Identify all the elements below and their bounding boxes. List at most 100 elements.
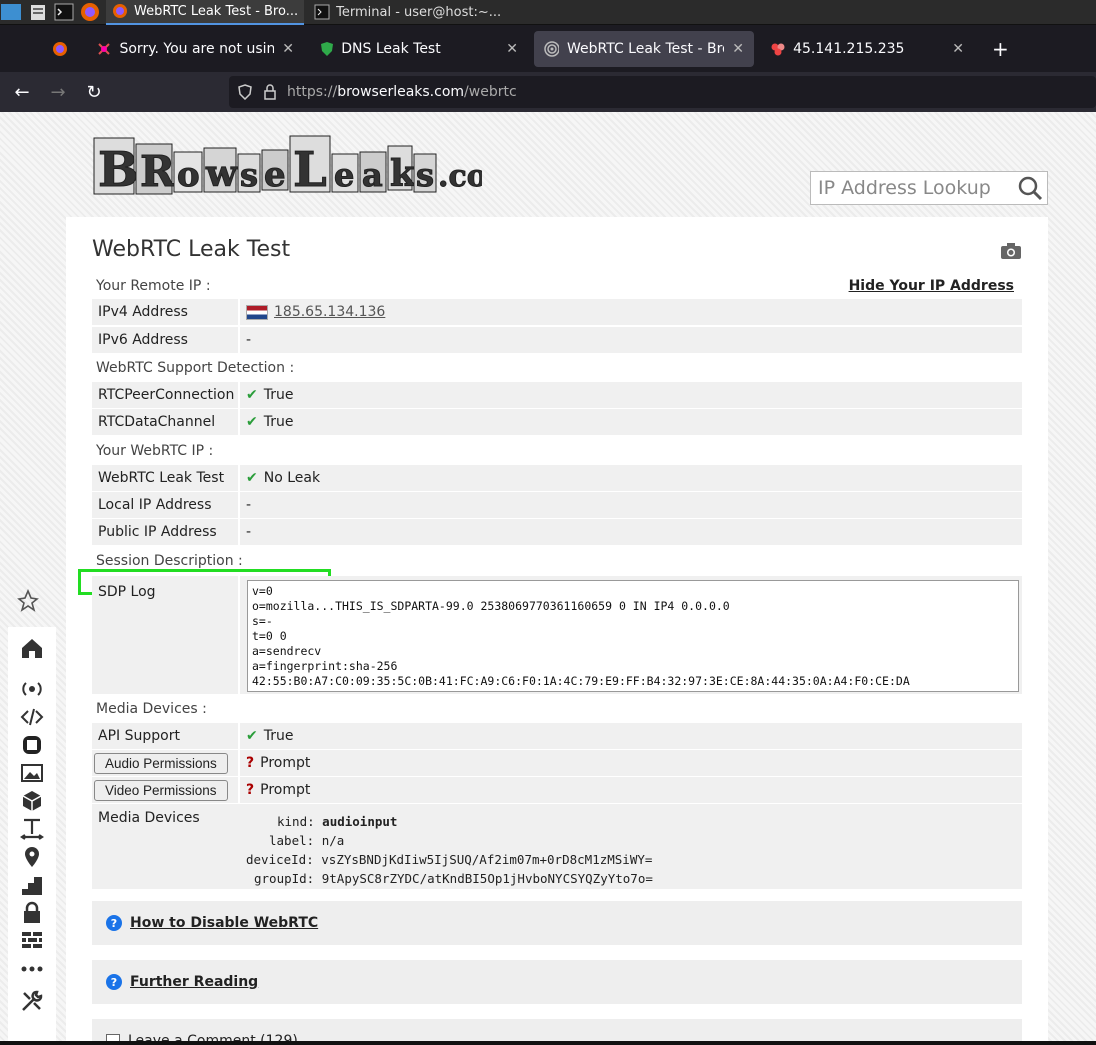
kv-value: n/a [321,833,345,848]
svg-text:a: a [362,156,383,194]
terminal-icon[interactable] [54,2,74,22]
location-icon[interactable] [20,845,44,869]
browser-tab-strip: Sorry. You are not using T ✕ DNS Leak Te… [0,25,1096,72]
svg-text:s: s [240,156,258,194]
url-host: browserleaks.com [337,84,465,100]
tracking-shield-icon[interactable] [237,84,253,100]
bottom-edge [0,1041,1096,1045]
lock-icon[interactable] [263,84,277,100]
tab-title: Sorry. You are not using T [119,40,275,57]
svg-text:B: B [98,142,139,198]
row-label: IPv6 Address [92,327,240,353]
close-icon[interactable]: ✕ [506,41,518,57]
question-icon: ? [246,755,255,771]
tab-title: WebRTC Leak Test - Brow [566,40,724,57]
row-label: API Support [92,723,240,749]
file-manager-icon[interactable] [28,2,48,22]
row-ipv4: IPv4 Address 185.65.134.136 [92,299,1022,325]
web-page: B R o w s e L e a k s .com IP Address Lo… [0,112,1096,1045]
url-scheme: https:// [287,84,338,100]
kv-key: label: [269,833,315,848]
help-icon: ? [106,915,122,931]
kv-key: kind: [277,814,315,829]
stairs-icon[interactable] [20,873,44,897]
url-path: /webrtc [464,84,517,100]
check-icon: ✔ [246,387,258,403]
pin-icon[interactable] [16,589,40,613]
row-value: - [246,524,252,540]
how-to-disable-panel[interactable]: ? How to Disable WebRTC [92,901,1022,945]
tab-dns-leak[interactable]: DNS Leak Test ✕ [310,31,528,67]
code-icon[interactable] [20,705,44,729]
tab-vpn-check[interactable]: Sorry. You are not using T ✕ [86,31,304,67]
app-menu-icon[interactable] [0,2,22,22]
ipv4-link[interactable]: 185.65.134.136 [274,304,385,320]
tab-firefox-view[interactable] [42,31,86,67]
tab-webrtc-leak[interactable]: WebRTC Leak Test - Brow ✕ [534,30,754,67]
vpn-icon [98,42,110,55]
kv-value: audioinput [322,814,398,829]
back-icon[interactable]: ← [4,76,40,108]
further-reading-panel[interactable]: ? Further Reading [92,960,1022,1004]
firewall-icon[interactable] [20,929,44,953]
hide-ip-link[interactable]: Hide Your IP Address [849,278,1014,294]
taskbar-task-firefox[interactable]: WebRTC Leak Test - Bro... [106,0,305,25]
home-icon[interactable] [20,636,44,660]
row-peer-connection: RTCPeerConnection ✔ True [92,382,1022,408]
ip-lookup-placeholder: IP Address Lookup [818,177,991,199]
close-icon[interactable]: ✕ [282,41,294,57]
navigation-toolbar: ← → ↻ https://browserleaks.com/webrtc [0,72,1096,112]
firefox-icon[interactable] [80,2,100,22]
url-bar[interactable]: https://browserleaks.com/webrtc [229,76,1096,108]
canvas-icon[interactable] [20,733,44,757]
status-text: Prompt [260,755,311,771]
tab-ip-address[interactable]: 45.141.215.235 ✕ [760,31,974,67]
font-icon[interactable] [20,817,44,841]
fingerprint-icon [544,40,559,57]
ip-lookup-input[interactable]: IP Address Lookup [810,171,1048,205]
audio-permissions-button[interactable]: Audio Permissions [94,752,228,774]
taskbar-task-label: WebRTC Leak Test - Bro... [134,3,299,19]
row-label: Media Devices [98,810,200,826]
reload-icon[interactable]: ↻ [76,76,112,108]
taskbar-task-terminal[interactable]: Terminal - user@host:~... [308,0,507,25]
terminal-icon [314,4,330,20]
lock-icon[interactable] [20,901,44,925]
new-tab-icon[interactable]: + [992,37,1009,61]
close-icon[interactable]: ✕ [732,41,744,57]
cube-icon[interactable] [20,789,44,813]
broadcast-icon[interactable] [20,677,44,701]
forward-icon[interactable]: → [40,76,76,108]
svg-text:e: e [264,155,286,195]
further-reading-link[interactable]: Further Reading [130,974,258,990]
check-icon: ✔ [246,414,258,430]
sdp-log-textarea[interactable]: v=0 o=mozilla...THIS_IS_SDPARTA-99.0 253… [247,580,1019,692]
close-icon[interactable]: ✕ [952,41,964,57]
row-value: 185.65.134.136 [240,299,385,325]
tools-icon[interactable] [20,989,44,1013]
section-webrtc-ip: Your WebRTC IP : [96,443,214,459]
help-icon: ? [106,974,122,990]
svg-text:o: o [177,155,200,195]
image-icon[interactable] [20,761,44,785]
status-text: True [263,387,294,403]
row-value: - [246,332,252,348]
camera-icon[interactable] [1000,242,1022,260]
search-icon[interactable] [1017,175,1043,201]
how-to-disable-link[interactable]: How to Disable WebRTC [130,915,318,931]
video-permissions-button[interactable]: Video Permissions [94,779,228,801]
shield-icon [321,41,333,56]
row-label: SDP Log [92,576,240,694]
browserleaks-logo[interactable]: B R o w s e L e a k s .com [92,130,482,200]
section-media: Media Devices : [96,701,207,717]
kv-key: deviceId: [246,852,314,867]
svg-text:k: k [390,153,416,195]
row-leak-test: WebRTC Leak Test ✔ No Leak [92,465,1022,491]
more-icon[interactable] [20,957,44,981]
tools-sidebar [8,627,56,1045]
status-text: True [263,414,294,430]
media-device-details: kind: audioinput label: n/a deviceId: vs… [246,812,653,888]
svg-text:s: s [416,156,434,194]
firefox-icon [113,4,127,18]
netherlands-flag-icon [246,304,268,320]
